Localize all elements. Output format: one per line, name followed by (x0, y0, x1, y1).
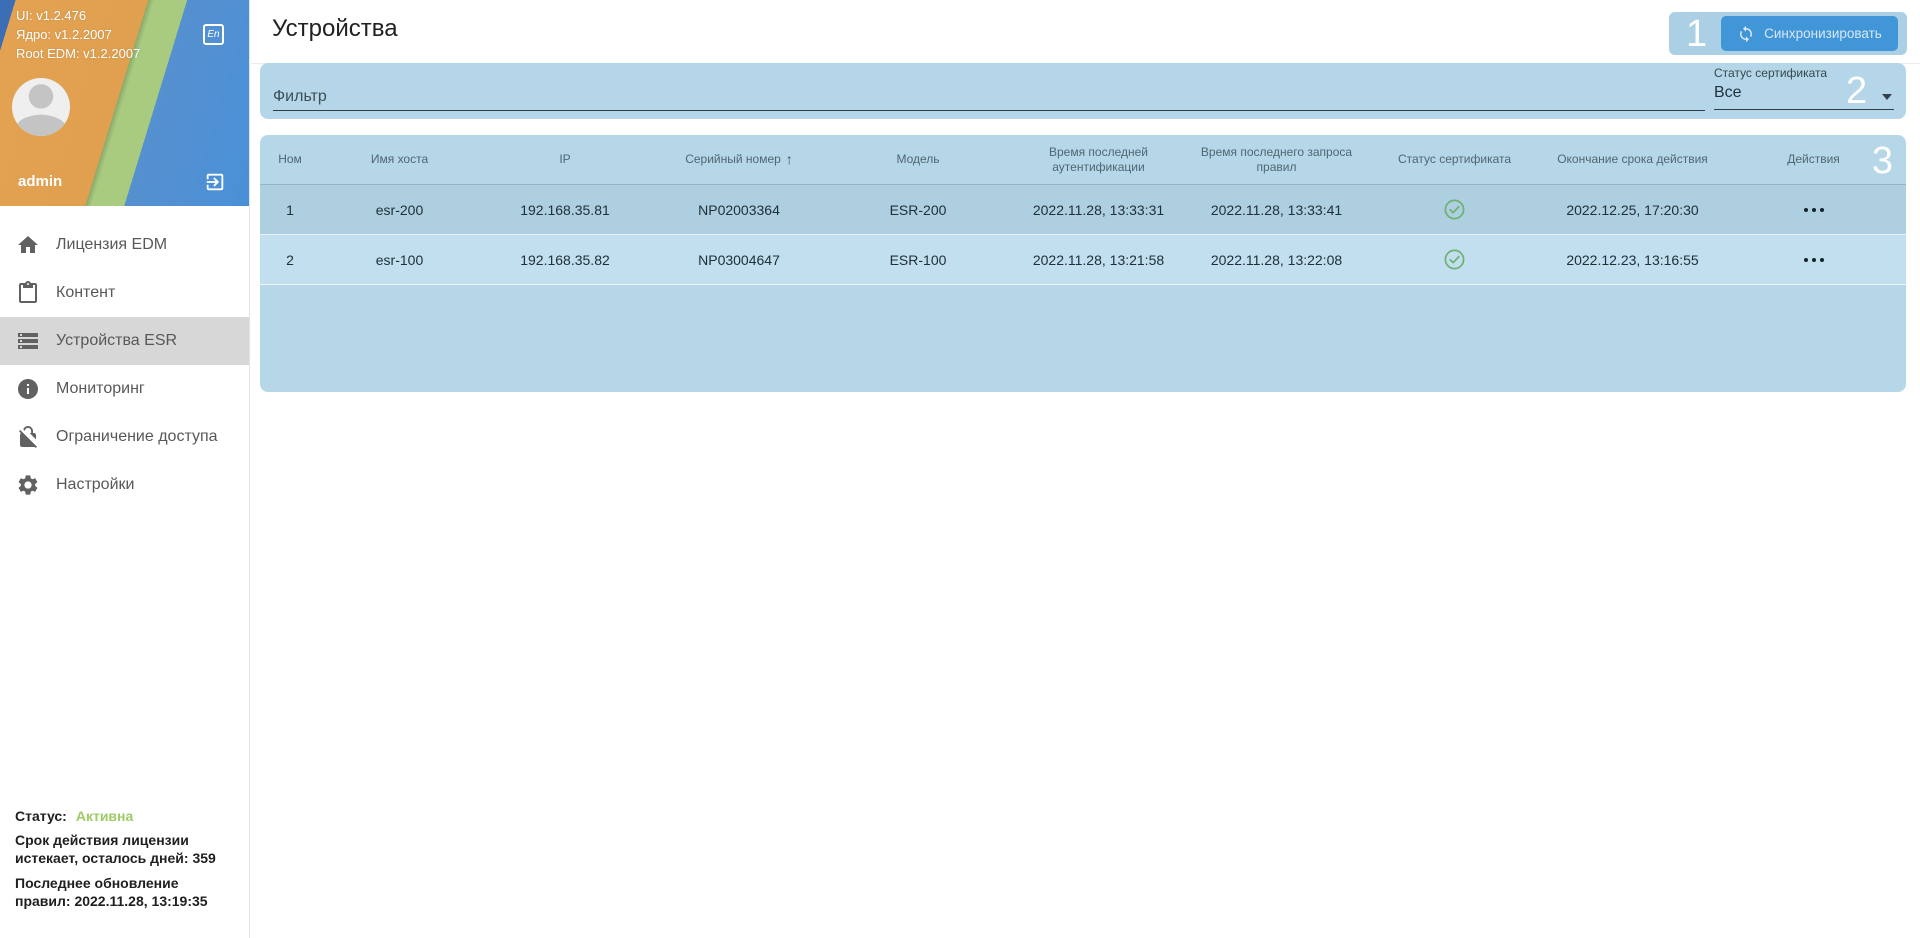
sidebar-menu: Лицензия EDM Контент Устройства ESR Мони… (0, 206, 249, 509)
column-header-rules-time[interactable]: Время последнего запроса правил (1188, 135, 1365, 184)
cell-auth-time: 2022.11.28, 13:33:31 (1032, 201, 1165, 218)
sidebar-item-label: Лицензия EDM (56, 236, 168, 253)
filter-bar annotation-region-2: Статус сертификата Все 2 (260, 63, 1906, 119)
license-status-box: Статус: Активна Срок действия лицензии ис… (15, 808, 233, 910)
license-status-label: Статус: (15, 808, 67, 824)
annotation-number-1: 1 (1686, 13, 1708, 55)
person-icon (16, 84, 66, 136)
logout-icon[interactable] (204, 171, 226, 193)
column-header-serial[interactable]: Серийный номер ↑ (651, 135, 827, 184)
column-header-num[interactable]: Ном (260, 135, 320, 184)
synchronize-button[interactable]: Синхронизировать (1721, 16, 1898, 51)
cell-num: 2 (286, 251, 294, 268)
devices-table annotation-region-3: Ном Имя хоста IP Серийный номер ↑ Модель… (260, 135, 1906, 392)
cell-ip: 192.168.35.82 (520, 251, 610, 268)
app-root: UI: v1.2.476 Ядро: v1.2.2007 Root EDM: v… (0, 0, 1920, 938)
license-status-value: Активна (75, 808, 134, 824)
sidebar-item-label: Мониторинг (56, 380, 145, 397)
cell-ip: 192.168.35.81 (520, 201, 610, 218)
core-version: Ядро: v1.2.2007 (16, 27, 112, 42)
cell-actions (1721, 235, 1906, 284)
sidebar-item-access-restriction[interactable]: Ограничение доступа (0, 413, 249, 461)
column-header-model[interactable]: Модель (827, 135, 1009, 184)
cell-rules-time: 2022.11.28, 13:33:41 (1210, 201, 1343, 218)
column-header-expiry[interactable]: Окончание срока действия (1544, 135, 1721, 184)
cell-serial: NP02003364 (698, 201, 780, 218)
home-icon (18, 236, 38, 253)
table-header-row: Ном Имя хоста IP Серийный номер ↑ Модель… (260, 135, 1906, 185)
sidebar-item-monitoring[interactable]: Мониторинг (0, 365, 249, 413)
sidebar-item-content[interactable]: Контент (0, 269, 249, 317)
column-header-auth-time[interactable]: Время последней аутентификации (1009, 135, 1188, 184)
sidebar-header: UI: v1.2.476 Ядро: v1.2.2007 Root EDM: v… (0, 0, 249, 206)
sidebar-item-license-edm[interactable]: Лицензия EDM (0, 221, 249, 269)
filter-input[interactable] (273, 83, 1705, 111)
sidebar-item-label: Ограничение доступа (56, 428, 218, 445)
server-list-icon (18, 333, 38, 349)
annotation-region-1: 1 Синхронизировать (1669, 12, 1907, 55)
rules-update-text: Последнее обновление правил: 2022.11.28,… (15, 875, 208, 909)
sort-asc-icon: ↑ (785, 151, 793, 167)
cell-expiry: 2022.12.23, 13:16:55 (1566, 251, 1699, 268)
cell-model: ESR-100 (889, 251, 947, 268)
column-header-ip[interactable]: IP (479, 135, 651, 184)
lock-off-icon (19, 426, 37, 448)
cell-hostname: esr-200 (375, 201, 424, 218)
sidebar-item-label: Настройки (56, 476, 135, 493)
clipboard-icon (19, 281, 37, 303)
sync-icon (1740, 25, 1753, 42)
info-icon (18, 379, 38, 399)
table-row[interactable]: 1 esr-200 192.168.35.81 NP02003364 ESR-2… (260, 185, 1906, 235)
column-header-cert-status[interactable]: Статус сертификата (1365, 135, 1544, 184)
cell-cert-status (1365, 235, 1544, 284)
synchronize-button-label: Синхронизировать (1764, 26, 1882, 41)
cell-actions (1721, 185, 1906, 234)
more-actions-icon[interactable] (1798, 202, 1830, 218)
sidebar-item-devices-esr[interactable]: Устройства ESR (0, 317, 249, 365)
gear-icon (18, 475, 38, 495)
root-edm-version: Root EDM: v1.2.2007 (16, 46, 141, 61)
cell-serial: NP03004647 (698, 251, 780, 268)
column-header-serial-label: Серийный номер (685, 152, 781, 166)
more-actions-icon[interactable] (1798, 252, 1830, 268)
cell-rules-time: 2022.11.28, 13:22:08 (1210, 251, 1343, 268)
cert-valid-check-icon (1444, 249, 1465, 270)
annotation-number-3: 3 (1871, 140, 1893, 182)
sidebar-item-settings[interactable]: Настройки (0, 461, 249, 509)
annotation-number-2: 2 (1846, 70, 1868, 112)
column-header-hostname[interactable]: Имя хоста (320, 135, 479, 184)
sidebar-item-label: Контент (56, 284, 116, 301)
cell-expiry: 2022.12.25, 17:20:30 (1566, 201, 1699, 218)
page-title: Устройства (272, 15, 398, 42)
license-expiry-text: Срок действия лицензии истекает, осталос… (15, 832, 216, 866)
cell-model: ESR-200 (889, 201, 947, 218)
language-toggle-button[interactable]: En (203, 24, 224, 45)
ui-version: UI: v1.2.476 (16, 8, 87, 23)
cert-valid-check-icon (1444, 199, 1465, 220)
avatar (12, 78, 70, 136)
username-label: admin (18, 173, 63, 190)
cell-hostname: esr-100 (375, 251, 424, 268)
sidebar-item-label: Устройства ESR (56, 332, 178, 349)
cell-auth-time: 2022.11.28, 13:21:58 (1032, 251, 1165, 268)
version-info: UI: v1.2.476 Ядро: v1.2.2007 Root EDM: v… (16, 6, 140, 63)
sidebar: UI: v1.2.476 Ядро: v1.2.2007 Root EDM: v… (0, 0, 250, 938)
cell-cert-status (1365, 185, 1544, 234)
cell-num: 1 (286, 201, 294, 218)
table-row[interactable]: 2 esr-100 192.168.35.82 NP03004647 ESR-1… (260, 235, 1906, 285)
chevron-down-icon (1882, 94, 1892, 100)
main-content: Устройства 1 Синхронизировать Статус сер… (251, 0, 1920, 938)
